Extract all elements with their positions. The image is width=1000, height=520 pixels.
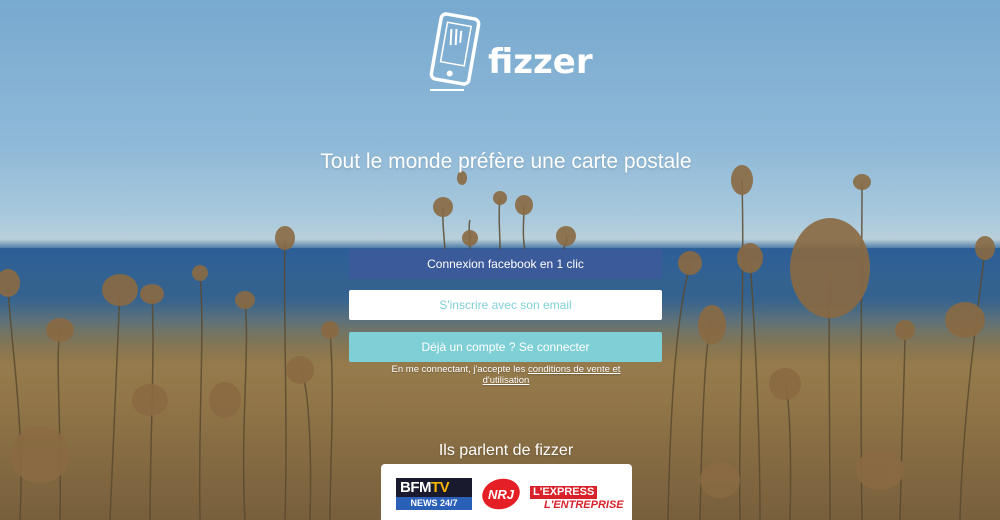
lexpress-entreprise-logo[interactable]: L'EXPRESS L'ENTREPRISE <box>530 482 624 511</box>
tv-text: TV <box>431 479 450 496</box>
login-button[interactable]: Déjà un compte ? Se connecter <box>349 332 662 362</box>
nrj-text: NRJ <box>488 487 515 502</box>
lexpress-text: L'EXPRESS <box>530 486 598 499</box>
legal-text: En me connectant, j'accepte les <box>391 364 526 375</box>
fizzer-logo[interactable]: fizzer <box>428 12 593 94</box>
bfm-text: BFM <box>400 479 432 496</box>
bfm-logo-bottom: NEWS 24/7 <box>396 497 472 510</box>
landing-page: fizzer Tout le monde préfère une carte p… <box>0 0 1000 520</box>
facebook-login-button[interactable]: Connexion facebook en 1 clic <box>349 249 662 279</box>
hero-tagline: Tout le monde préfère une carte postale <box>320 150 692 173</box>
legal-notice: En me connectant, j'accepte les conditio… <box>370 364 642 386</box>
email-signup-button[interactable]: S'inscrire avec son email <box>349 290 662 320</box>
bfm-tv-logo[interactable]: BFMTV NEWS 24/7 <box>396 478 472 510</box>
entreprise-text: L'ENTREPRISE <box>544 499 624 511</box>
nrj-logo[interactable]: NRJ <box>481 476 521 512</box>
brand-name: fizzer <box>488 42 593 82</box>
bfm-logo-top: BFMTV <box>396 478 472 497</box>
press-title: Ils parlent de fizzer <box>438 442 574 459</box>
press-logos-panel: BFMTV NEWS 24/7 NRJ L'EXPRESS L'ENTREPRI… <box>381 464 632 520</box>
phone-postcard-icon <box>429 12 481 91</box>
